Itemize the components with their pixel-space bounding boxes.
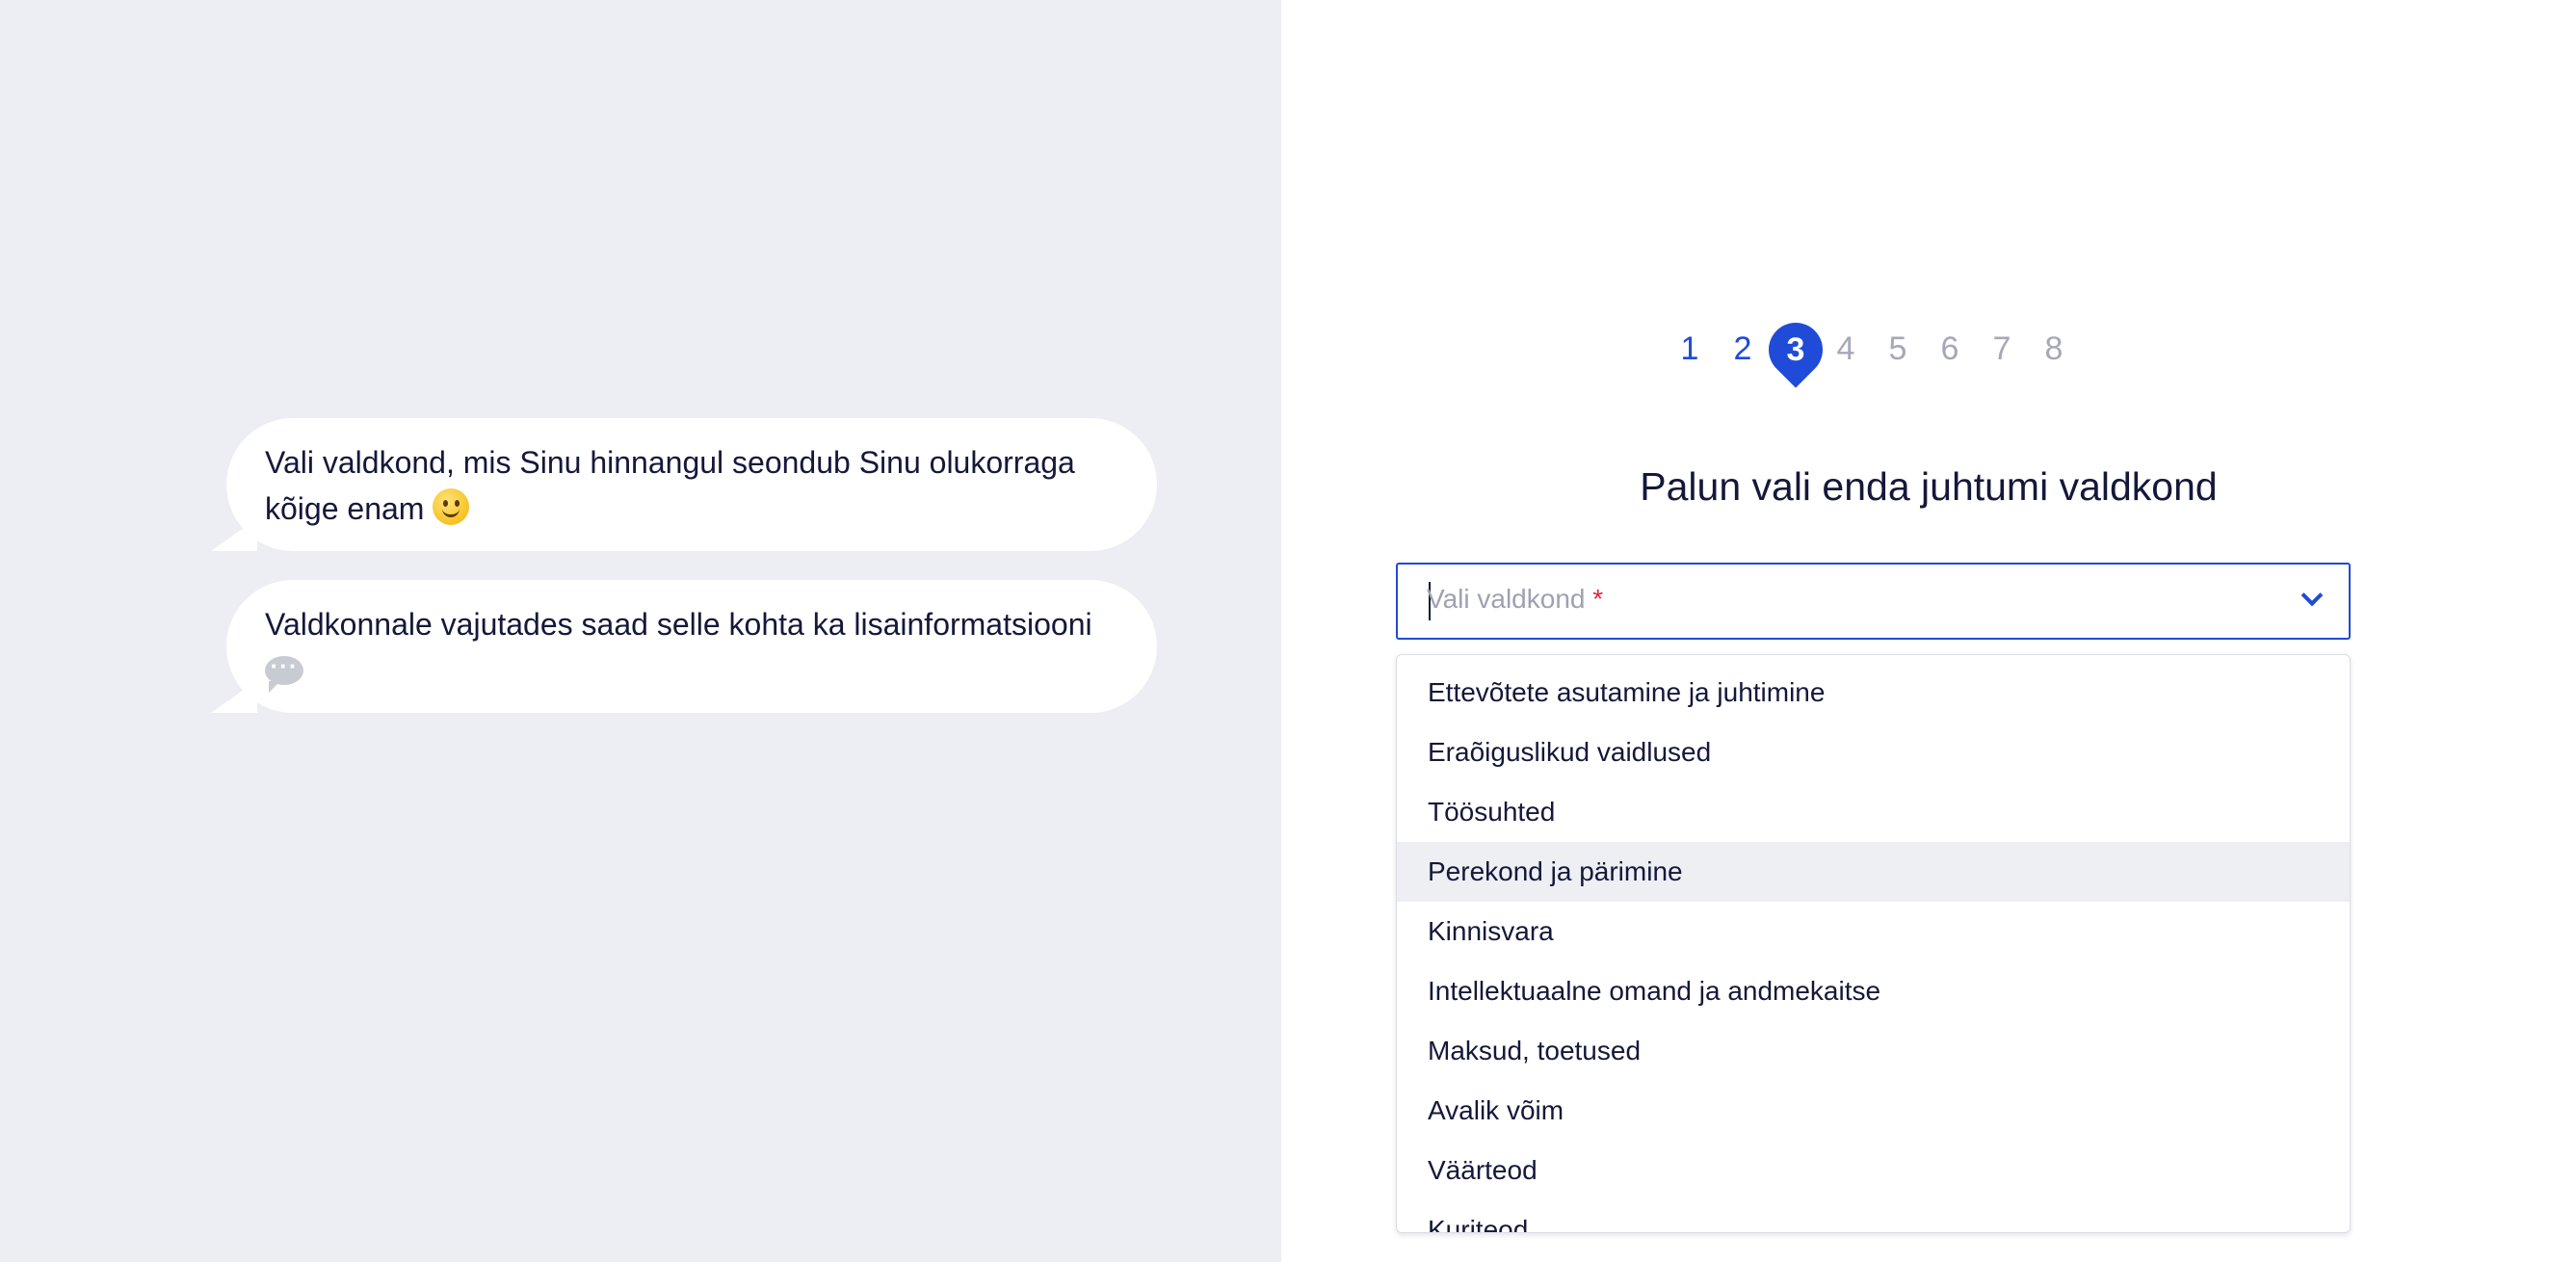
dropdown-option-6[interactable]: Intellektuaalne omand ja andmekaitse [1397, 961, 2350, 1021]
stepper: 1 2 3 4 5 6 7 8 [1281, 311, 2576, 400]
dropdown-option-1[interactable]: Ettevõtete asutamine ja juhtimine [1397, 663, 2350, 723]
form-panel: 1 2 3 4 5 6 7 8 Palun vali enda juhtumi … [1281, 0, 2576, 1262]
dropdown-option-8[interactable]: Avalik võim [1397, 1081, 2350, 1141]
step-5: 5 [1888, 330, 1907, 367]
select-placeholder-text: Vali valdkond [1427, 584, 1586, 614]
step-4: 4 [1836, 330, 1855, 367]
dropdown-option-3[interactable]: Töösuhted [1397, 782, 2350, 842]
dropdown-option-7[interactable]: Maksud, toetused [1397, 1021, 2350, 1081]
step-6: 6 [1940, 330, 1959, 367]
step-1[interactable]: 1 [1670, 330, 1709, 368]
step-3-current[interactable]: 3 [1757, 311, 1834, 388]
required-mark: * [1592, 584, 1604, 614]
chat-message-2: Valdkonnale vajutades saad selle kohta k… [211, 580, 1157, 713]
field-select[interactable]: Vali valdkond * [1396, 563, 2351, 640]
page: Vali valdkond, mis Sinu hinnangul seondu… [0, 0, 2576, 1262]
dropdown-option-10[interactable]: Kuriteod [1397, 1200, 2350, 1232]
page-title: Palun vali enda juhtumi valdkond [1640, 464, 2218, 509]
dropdown-option-5[interactable]: Kinnisvara [1397, 902, 2350, 961]
dropdown-option-2[interactable]: Eraõiguslikud vaidlused [1397, 723, 2350, 782]
dropdown-menu: Ettevõtete asutamine ja juhtimine Eraõig… [1396, 654, 2351, 1233]
step-2[interactable]: 2 [1723, 330, 1762, 368]
dropdown-option-4-highlighted[interactable]: Perekond ja pärimine [1397, 842, 2350, 902]
step-8: 8 [2044, 330, 2063, 367]
smile-emoji-icon [433, 488, 470, 525]
chevron-down-icon[interactable] [2300, 584, 2324, 607]
step-3-label: 3 [1786, 331, 1805, 368]
chat-message-1: Vali valdkond, mis Sinu hinnangul seondu… [211, 418, 1157, 551]
step-7: 7 [1992, 330, 2011, 367]
chat-panel: Vali valdkond, mis Sinu hinnangul seondu… [0, 0, 1281, 1262]
speech-bubble-icon [265, 643, 303, 693]
dropdown-option-9[interactable]: Väärteod [1397, 1141, 2350, 1200]
select-placeholder: Vali valdkond * [1427, 584, 1603, 615]
chat-message-1-text: Vali valdkond, mis Sinu hinnangul seondu… [265, 445, 1075, 526]
chat-message-2-text: Valdkonnale vajutades saad selle kohta k… [265, 607, 1092, 642]
